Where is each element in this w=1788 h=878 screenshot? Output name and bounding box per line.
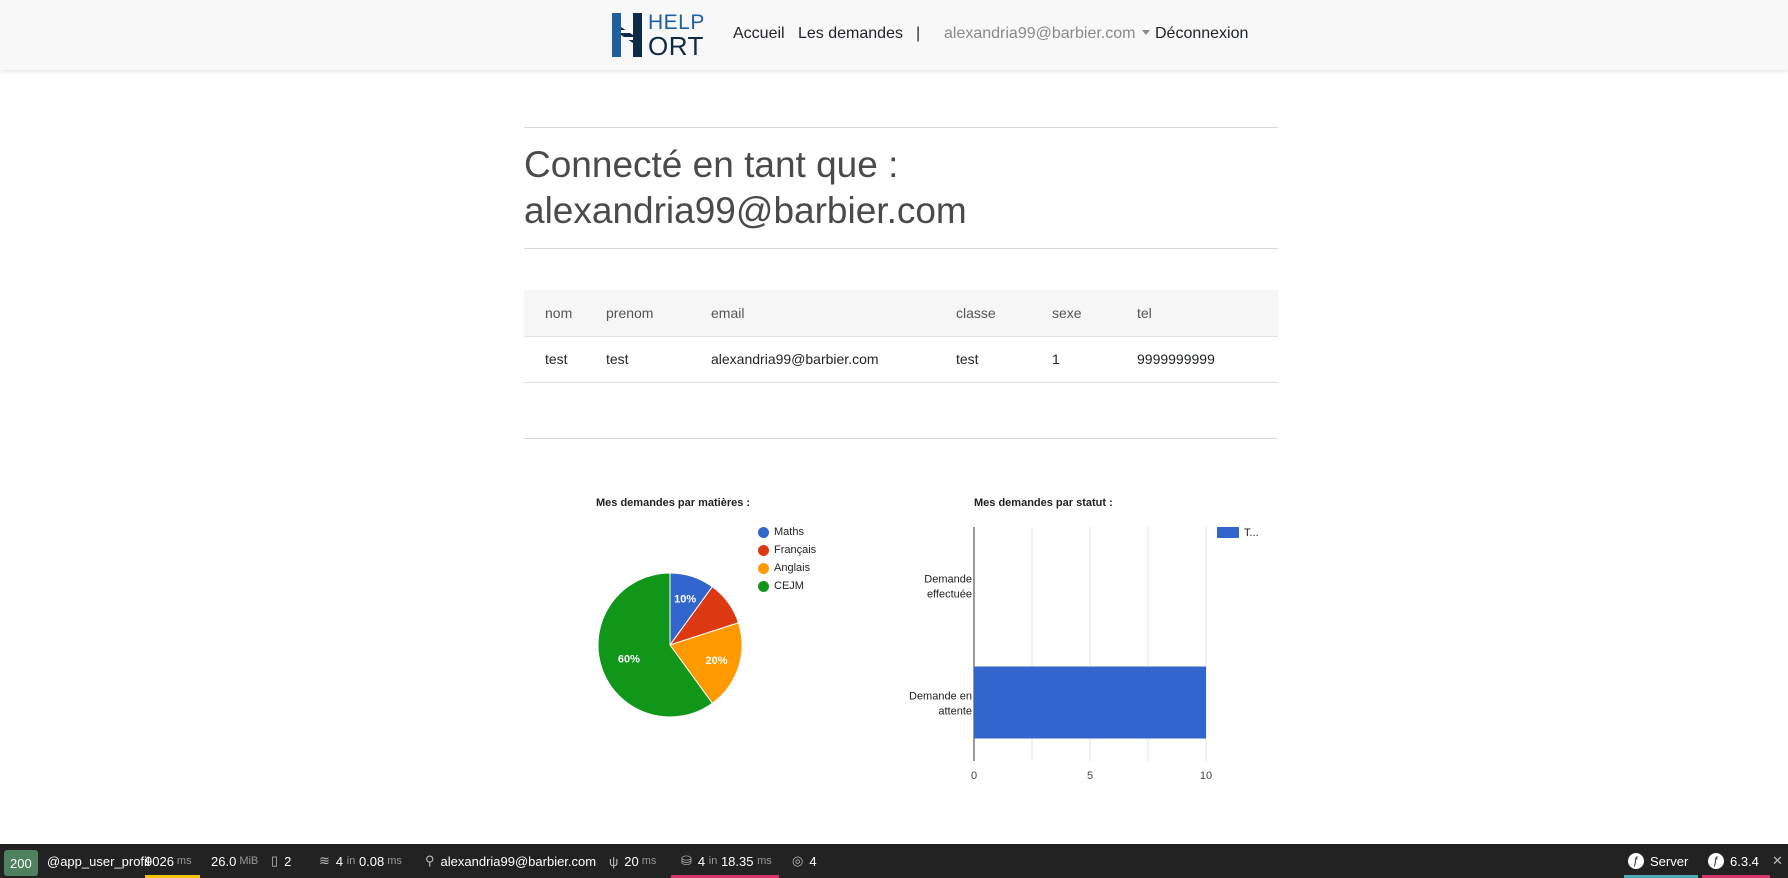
status-badge[interactable]: 200 (4, 844, 38, 878)
divider (524, 438, 1278, 439)
pie-data-label: 10% (674, 593, 696, 605)
legend-label: Anglais (774, 562, 811, 574)
user-icon: ⚲ (425, 853, 435, 868)
x-tick-label: 10 (1200, 770, 1212, 780)
forms-panel[interactable]: ▯ 2 (271, 844, 291, 878)
y-category-label: effectuée (927, 589, 972, 601)
cache-panel[interactable]: ≋ 4 in 0.08 ms (319, 844, 402, 878)
legend-item-maths[interactable]: Maths (758, 526, 804, 538)
pie-chart: 10% 20% 60% (597, 572, 743, 718)
brand-line1: HELP (648, 10, 705, 34)
pie-data-label: 60% (618, 653, 640, 665)
x-tick-label: 5 (1087, 770, 1093, 780)
page-title-line1: Connecté en tant que : (524, 144, 899, 185)
bar-legend-label[interactable]: T... (1244, 527, 1259, 539)
nav-link-accueil[interactable]: Accueil (733, 25, 785, 43)
legend-item-anglais[interactable]: Anglais (758, 562, 810, 574)
layers-icon: ≋ (319, 853, 330, 868)
database-panel[interactable]: ⛁ 4 in 18.35 ms (671, 844, 779, 878)
close-icon: ✕ (1772, 853, 1783, 868)
pie-chart-title: Mes demandes par matières : (596, 497, 751, 509)
route-info[interactable]: @app_user_profil (47, 844, 150, 878)
legend-dot-icon (758, 526, 769, 538)
caret-down-icon (1142, 30, 1151, 35)
symfony-icon: ƒ (1628, 853, 1644, 869)
cell-prenom: test (606, 336, 711, 383)
brand-line2: ORT (648, 30, 704, 61)
legend-item-cejm[interactable]: CEJM (758, 580, 804, 592)
header-email: email (711, 290, 956, 337)
y-category-label: Demande en (909, 691, 972, 703)
legend-item-français[interactable]: Français (758, 544, 816, 556)
http-client-panel[interactable]: ◎ 4 (792, 844, 817, 878)
memory-panel[interactable]: 26.0 MiB (211, 844, 258, 878)
y-category-label: attente (938, 706, 972, 718)
nav-link-les-demandes[interactable]: Les demandes (798, 25, 903, 43)
document-icon: ▯ (271, 853, 279, 868)
header-classe: classe (956, 290, 1052, 337)
header-sexe: sexe (1052, 290, 1137, 337)
legend-swatch-icon (1217, 527, 1239, 538)
legend-dot-icon (758, 544, 769, 556)
cell-classe: test (956, 336, 1052, 383)
page-title-line2: alexandria99@barbier.com (524, 190, 967, 231)
helport-logo-icon (612, 13, 642, 57)
profile-table: nom prenom email classe sexe tel test te… (524, 290, 1278, 383)
table-row: test test alexandria99@barbier.com test … (524, 336, 1278, 383)
user-panel[interactable]: ⚲ alexandria99@barbier.com (425, 844, 596, 878)
cell-email: alexandria99@barbier.com (711, 336, 956, 383)
legend-dot-icon (758, 562, 769, 574)
y-category-label: Demande (924, 574, 972, 586)
x-tick-label: 0 (971, 770, 977, 780)
server-panel[interactable]: ƒ Server (1624, 844, 1698, 878)
logout-link[interactable]: Déconnexion (1155, 25, 1248, 43)
page-title: Connecté en tant que : alexandria99@barb… (524, 142, 1278, 234)
legend-dot-icon (758, 580, 769, 592)
navbar: HELP ORT Accueil Les demandes | alexandr… (0, 0, 1788, 70)
symfony-icon: ƒ (1708, 853, 1724, 869)
header-tel: tel (1137, 290, 1278, 337)
user-dropdown[interactable]: alexandria99@barbier.com (944, 25, 1151, 43)
table-header-row: nom prenom email classe sexe tel (524, 290, 1278, 337)
cell-nom: test (524, 336, 606, 383)
legend-label: Français (774, 544, 817, 556)
debug-toolbar: 200 @app_user_profil 9026 ms 26.0 MiB ▯ 2 ≋… (0, 844, 1788, 878)
twig-icon: ψ (609, 853, 619, 869)
user-dropdown-label: alexandria99@barbier.com (944, 25, 1136, 42)
header-nom: nom (524, 290, 606, 337)
divider (524, 248, 1278, 249)
database-icon: ⛁ (681, 853, 692, 868)
symfony-version-panel[interactable]: ƒ 6.3.4 (1702, 844, 1770, 878)
pie-data-label: 20% (706, 655, 728, 667)
globe-icon: ◎ (792, 853, 804, 868)
bar-chart: 0 5 10 Demande effectuée Demande en attente T..… (909, 527, 1259, 780)
nav-separator: | (916, 25, 921, 42)
divider (524, 127, 1278, 128)
brand-logo[interactable]: HELP ORT (612, 10, 705, 61)
cell-tel: 9999999999 (1137, 336, 1278, 383)
bar-1[interactable] (974, 666, 1206, 739)
twig-panel[interactable]: ψ 20 ms (609, 844, 656, 878)
legend-label: CEJM (774, 580, 804, 592)
bar-chart-title: Mes demandes par statut : (974, 497, 1113, 509)
legend-label: Maths (774, 526, 804, 538)
header-prenom: prenom (606, 290, 711, 337)
cell-sexe: 1 (1052, 336, 1137, 383)
close-toolbar-button[interactable]: ✕ (1772, 844, 1783, 878)
time-panel[interactable]: 9026 ms (145, 844, 200, 878)
